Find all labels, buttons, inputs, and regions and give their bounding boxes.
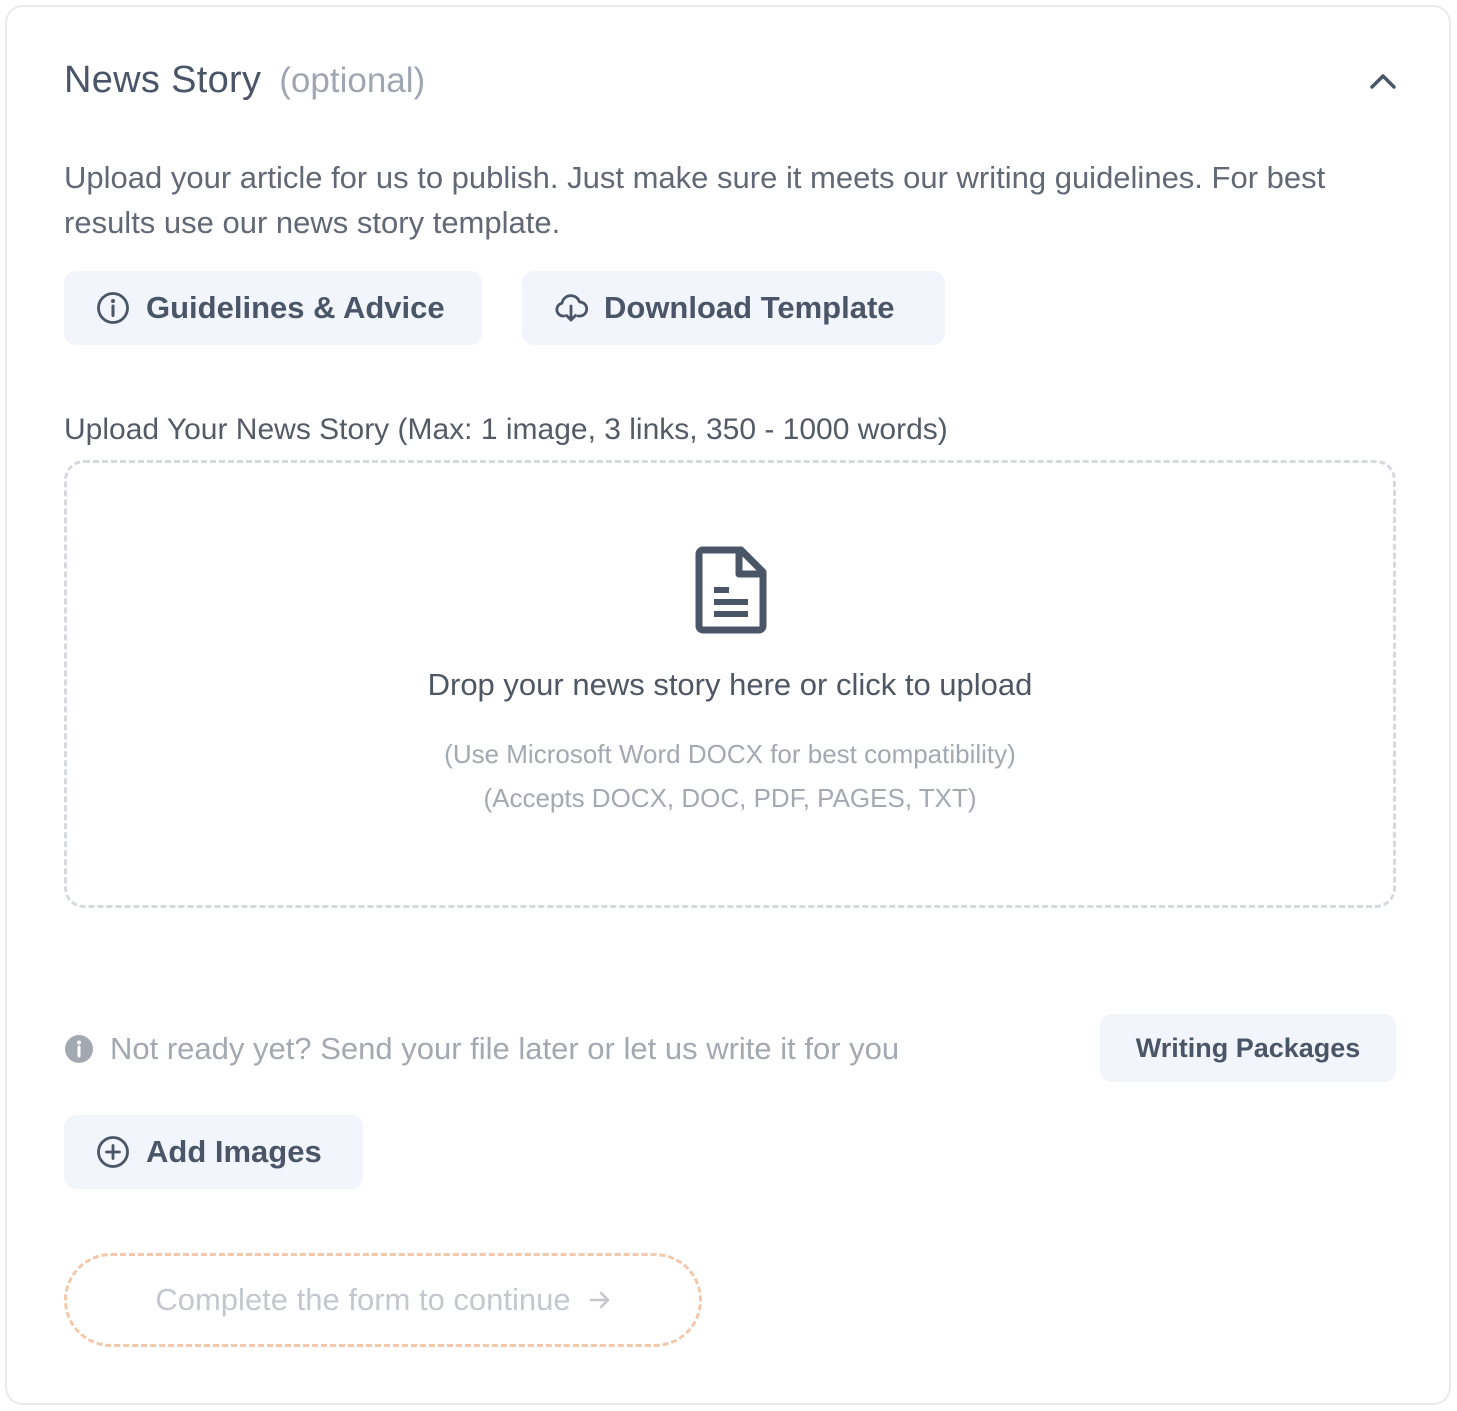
section-title: News Story [64, 59, 262, 101]
optional-label: (optional) [279, 61, 426, 100]
arrow-right-icon [589, 1289, 611, 1311]
chevron-up-icon [1370, 74, 1396, 89]
not-ready-notice: Not ready yet? Send your file later or l… [64, 1031, 899, 1067]
writing-packages-button[interactable]: Writing Packages [1100, 1014, 1396, 1082]
dropzone-accepts-hint: (Accepts DOCX, DOC, PDF, PAGES, TXT) [483, 783, 977, 813]
add-images-button[interactable]: Add Images [64, 1115, 363, 1189]
dropzone-format-hint: (Use Microsoft Word DOCX for best compat… [444, 739, 1016, 769]
section-header: News Story (optional) [64, 59, 425, 102]
notice-text: Not ready yet? Send your file later or l… [110, 1031, 900, 1066]
info-icon [65, 1035, 93, 1063]
guidelines-button[interactable]: Guidelines & Advice [64, 271, 482, 345]
cloud-download-icon [554, 291, 588, 325]
document-icon [695, 546, 767, 634]
download-template-button[interactable]: Download Template [522, 271, 945, 345]
upload-dropzone[interactable]: Drop your news story here or click to up… [64, 460, 1396, 908]
news-story-card: News Story (optional) Upload your articl… [5, 5, 1451, 1405]
plus-circle-icon [96, 1135, 130, 1169]
add-images-label: Add Images [146, 1134, 322, 1169]
dropzone-text: Drop your news story here or click to up… [427, 667, 1033, 702]
continue-button[interactable]: Complete the form to continue [64, 1253, 702, 1347]
collapse-button[interactable] [1363, 61, 1403, 101]
upload-label: Upload Your News Story (Max: 1 image, 3 … [64, 413, 948, 446]
guidelines-label: Guidelines & Advice [146, 290, 445, 325]
continue-label: Complete the form to continue [155, 1282, 571, 1317]
download-template-label: Download Template [604, 290, 895, 325]
info-circle-icon [96, 291, 130, 325]
section-intro: Upload your article for us to publish. J… [64, 160, 1326, 240]
